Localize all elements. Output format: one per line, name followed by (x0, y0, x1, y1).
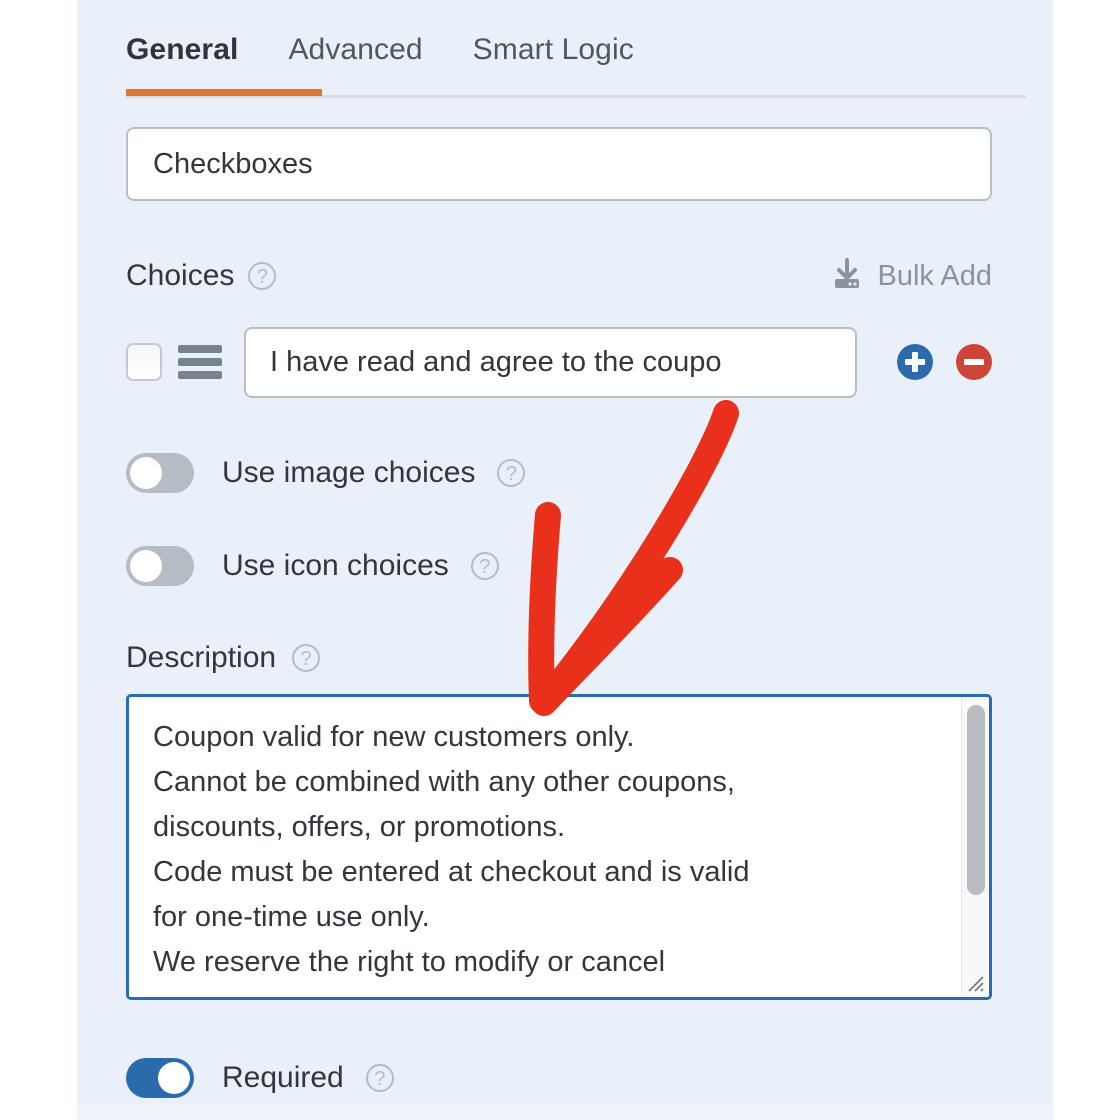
choice-label-input[interactable]: I have read and agree to the coupo (244, 326, 857, 398)
choices-label: Choices (126, 259, 235, 292)
choices-header: Choices ? Bulk Add (126, 252, 992, 300)
settings-tabs: General Advanced Smart Logic (126, 18, 684, 82)
panel-right-edge (1052, 0, 1054, 1120)
field-label-input[interactable]: Checkboxes (126, 127, 992, 201)
required-label: Required (222, 1061, 344, 1094)
description-textarea-value: Coupon valid for new customers only. Can… (153, 721, 750, 978)
description-scrollbar[interactable] (961, 697, 989, 997)
tab-active-underline (126, 89, 322, 96)
bulk-add-label: Bulk Add (877, 259, 992, 292)
description-scrollbar-thumb[interactable] (967, 705, 985, 895)
drag-handle-icon[interactable] (178, 345, 222, 379)
required-row: Required ? (126, 1055, 394, 1101)
choice-checkbox[interactable] (126, 343, 162, 381)
question-mark-icon[interactable]: ? (497, 459, 526, 487)
tab-advanced[interactable]: Advanced (288, 33, 422, 67)
required-toggle[interactable] (126, 1058, 194, 1098)
resize-grip-icon[interactable] (961, 969, 987, 995)
question-mark-icon[interactable]: ? (365, 1064, 394, 1092)
use-image-choices-label: Use image choices (222, 456, 476, 489)
use-image-choices-toggle[interactable] (126, 453, 194, 493)
panel-bottom-band (77, 1104, 1052, 1120)
question-mark-icon[interactable]: ? (292, 644, 321, 672)
use-icon-choices-toggle[interactable] (126, 546, 194, 586)
choice-row: I have read and agree to the coupo (126, 322, 1026, 402)
plus-circle-icon[interactable] (897, 344, 933, 380)
tab-smart-logic[interactable]: Smart Logic (473, 33, 634, 67)
use-image-choices-row: Use image choices ? (126, 450, 526, 496)
question-mark-icon[interactable]: ? (248, 262, 277, 290)
description-label: Description (126, 641, 277, 674)
bulk-add-download-icon (830, 257, 864, 296)
tab-general[interactable]: General (126, 33, 238, 67)
description-header: Description ? (126, 635, 321, 681)
minus-circle-icon[interactable] (956, 344, 992, 380)
question-mark-icon[interactable]: ? (470, 552, 499, 580)
use-icon-choices-row: Use icon choices ? (126, 543, 499, 589)
bulk-add-button[interactable]: Bulk Add (830, 257, 992, 296)
description-textarea[interactable]: Coupon valid for new customers only. Can… (126, 694, 992, 1000)
use-icon-choices-label: Use icon choices (222, 549, 449, 582)
